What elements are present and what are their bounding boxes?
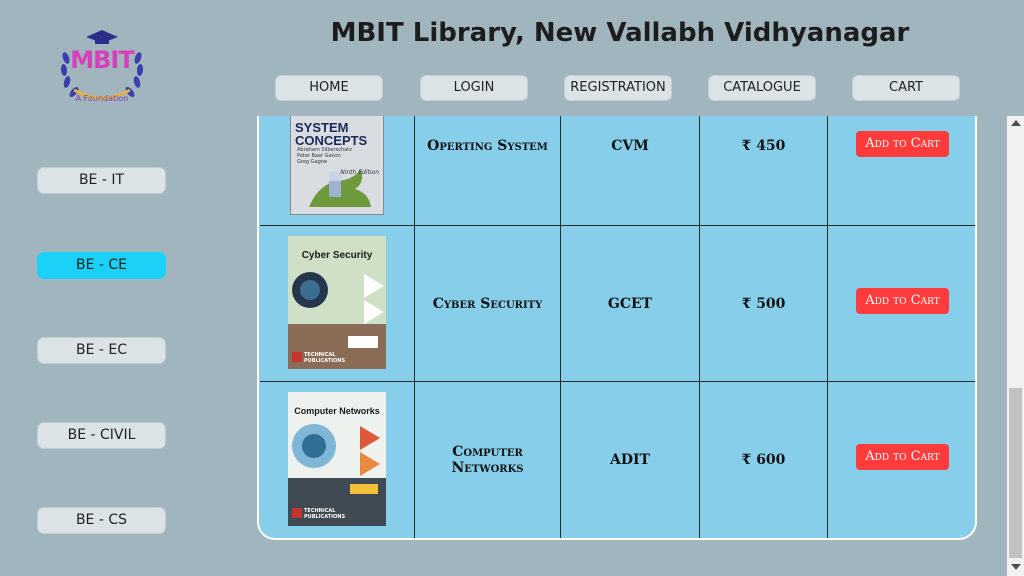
book-price: ₹ 450 (741, 138, 786, 154)
book-author: CVM (611, 138, 649, 154)
scroll-up-arrow-icon[interactable] (1011, 120, 1021, 126)
logo-text: MBIT (70, 46, 134, 74)
nav-cart-button[interactable]: CART (852, 75, 960, 101)
scroll-thumb[interactable] (1009, 388, 1022, 558)
add-to-cart-button[interactable]: Add to Cart (856, 131, 949, 157)
book-cover-computer-networks: Computer Networks TECHNICAL PUBLICATIONS (288, 392, 386, 526)
cover-publisher: PUBLICATIONS (304, 358, 346, 364)
book-cover-cyber-security: Cyber Security TECHNICAL PUBLICATIONS (288, 236, 386, 369)
nav-home-button[interactable]: HOME (275, 75, 383, 101)
cover-graphic (288, 272, 386, 369)
column-divider (827, 116, 828, 538)
add-to-cart-button[interactable]: Add to Cart (856, 288, 949, 314)
sidebar-item-be-ce[interactable]: BE - CE (37, 252, 166, 279)
cart-button-cell: Add to Cart (828, 130, 975, 158)
nav-catalogue-button[interactable]: CATALOGUE (708, 75, 816, 101)
cart-button-cell: Add to Cart (828, 443, 975, 471)
add-to-cart-button[interactable]: Add to Cart (856, 444, 949, 470)
vertical-scrollbar[interactable] (1007, 116, 1024, 576)
sidebar-item-be-ec[interactable]: BE - EC (37, 337, 166, 364)
book-name: Operting System (427, 138, 548, 154)
cover-publisher: PUBLICATIONS (304, 514, 346, 520)
catalogue-table: SYSTEM CONCEPTS Abraham Silberschatz Pet… (257, 116, 977, 540)
cart-button-cell: Add to Cart (828, 287, 975, 315)
logo-subtext: A Foundation (75, 94, 129, 103)
mbit-logo: MBIT A Foundation (56, 28, 148, 108)
book-price: ₹ 500 (741, 295, 786, 312)
book-name: Cyber Security (432, 295, 543, 312)
book-name: Computer Networks (451, 444, 524, 476)
book-price: ₹ 600 (741, 452, 786, 468)
sidebar-item-be-cs[interactable]: BE - CS (37, 507, 166, 534)
book-author: ADIT (610, 452, 650, 468)
nav-login-button[interactable]: LOGIN (420, 75, 528, 101)
page-title: MBIT Library, New Vallabh Vidhyanagar (330, 18, 910, 48)
cover-title: Cyber Security (301, 250, 373, 261)
sidebar-item-be-civil[interactable]: BE - CIVIL (37, 422, 166, 449)
cover-title: SYSTEM CONCEPTS (295, 120, 368, 148)
cover-edition: Ninth Edition (340, 169, 379, 176)
nav-registration-button[interactable]: REGISTRATION (564, 75, 672, 101)
book-author: GCET (607, 295, 653, 312)
cover-graphic (288, 424, 386, 526)
scroll-down-arrow-icon[interactable] (1011, 564, 1021, 570)
book-cover-operating-system: SYSTEM CONCEPTS Abraham Silberschatz Pet… (290, 116, 384, 215)
cover-title: Computer Networks (294, 406, 380, 416)
sidebar-item-be-it[interactable]: BE - IT (37, 167, 166, 194)
